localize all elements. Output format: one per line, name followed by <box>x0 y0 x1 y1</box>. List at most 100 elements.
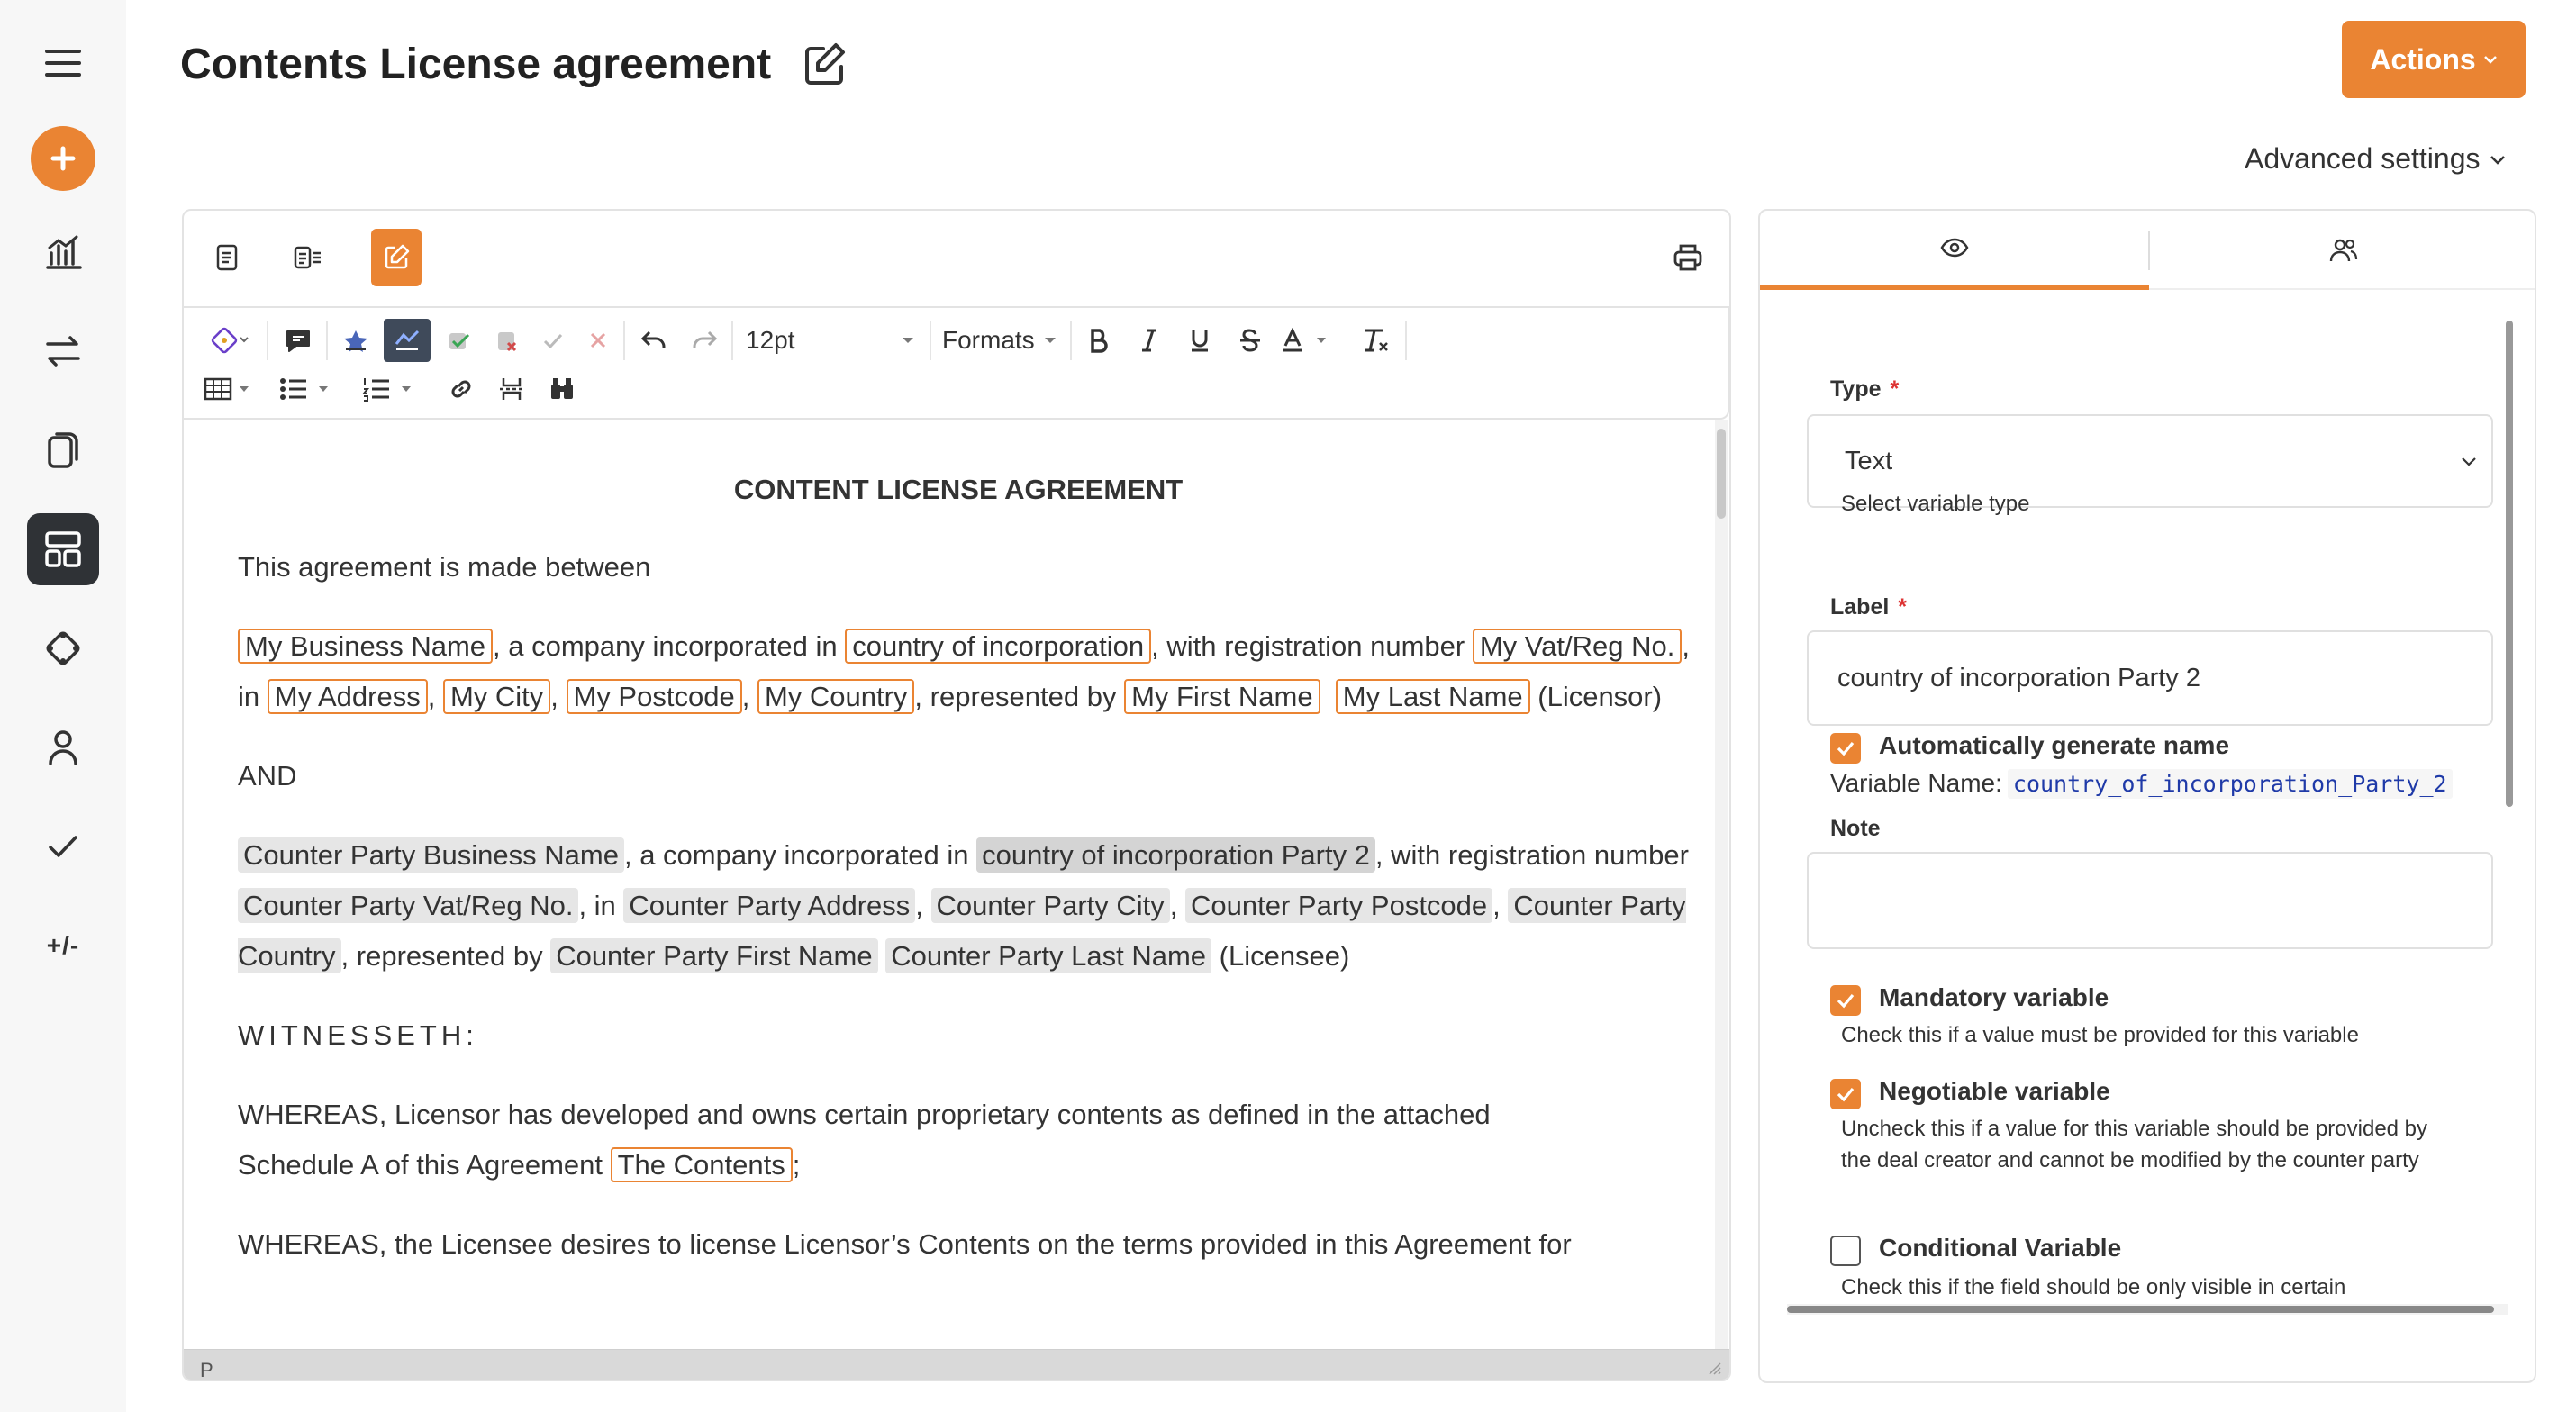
variables-view-icon[interactable] <box>283 229 333 286</box>
formats-select[interactable]: Formats <box>939 319 1061 362</box>
reject-all-icon[interactable] <box>580 319 616 362</box>
chevron-down-icon <box>2483 56 2497 64</box>
settings-horizontal-scrollbar[interactable] <box>1787 1304 2508 1315</box>
clear-formatting-icon[interactable] <box>1356 319 1396 362</box>
text-run: , represented by <box>340 940 551 972</box>
variable-cp-business-name[interactable]: Counter Party Business Name <box>238 837 624 873</box>
variable-country-of-incorporation[interactable]: country of incorporation <box>845 629 1152 664</box>
insert-variable-dropdown[interactable] <box>204 319 258 362</box>
auto-name-label: Automatically generate name <box>1879 731 2230 759</box>
reject-change-icon[interactable] <box>486 319 528 362</box>
variable-cp-vat-reg[interactable]: Counter Party Vat/Reg No. <box>238 888 579 923</box>
label-input[interactable]: country of incorporation Party 2 <box>1807 630 2493 726</box>
editor-mode-bar <box>184 211 1729 306</box>
document-view-icon[interactable] <box>202 229 252 286</box>
undo-icon[interactable] <box>634 319 674 362</box>
editor-vertical-scrollbar[interactable] <box>1715 420 1728 1353</box>
tab-visibility[interactable] <box>1760 211 2149 290</box>
mandatory-label: Mandatory variable <box>1879 983 2109 1011</box>
mandatory-checkbox[interactable] <box>1830 985 1861 1016</box>
variable-cp-country-of-incorporation[interactable]: country of incorporation Party 2 <box>976 837 1375 873</box>
create-new-button[interactable] <box>31 126 95 191</box>
variable-form: Type * Text Select variable type Label * c… <box>1760 290 2508 1335</box>
variable-my-first-name[interactable]: My First Name <box>1124 679 1320 714</box>
accept-change-icon[interactable] <box>438 319 479 362</box>
analytics-icon[interactable] <box>27 216 99 288</box>
left-nav-rail: +/- <box>0 0 126 1412</box>
variable-my-city[interactable]: My City <box>442 679 551 714</box>
approvals-check-icon[interactable] <box>27 810 99 882</box>
check-icon <box>1837 741 1855 756</box>
accept-all-icon[interactable] <box>535 319 571 362</box>
integrations-icon[interactable] <box>27 612 99 684</box>
variable-cp-last-name[interactable]: Counter Party Last Name <box>885 938 1212 973</box>
transfer-icon[interactable] <box>27 315 99 387</box>
variable-my-address[interactable]: My Address <box>267 679 428 714</box>
numbered-list-icon <box>362 378 389 402</box>
variable-cp-postcode[interactable]: Counter Party Postcode <box>1185 888 1493 923</box>
toolbar-separator <box>326 321 328 360</box>
italic-icon[interactable] <box>1129 319 1169 362</box>
licensee-paragraph: Counter Party Business Name, a company i… <box>238 837 1689 973</box>
variable-my-postcode[interactable]: My Postcode <box>566 679 742 714</box>
variable-the-contents[interactable]: The Contents <box>610 1147 793 1182</box>
variable-my-vat-reg[interactable]: My Vat/Reg No. <box>1472 629 1683 664</box>
actions-button[interactable]: Actions <box>2342 21 2526 98</box>
edit-title-icon[interactable] <box>802 41 852 92</box>
variable-my-business-name[interactable]: My Business Name <box>238 629 494 664</box>
text-run: , a company incorporated in <box>623 839 977 871</box>
diff-button[interactable]: +/- <box>27 910 99 982</box>
strikethrough-icon[interactable] <box>1230 319 1270 362</box>
variable-cp-city[interactable]: Counter Party City <box>930 888 1170 923</box>
comment-icon[interactable] <box>277 319 319 362</box>
check-icon <box>1837 1087 1855 1102</box>
variable-cp-address[interactable]: Counter Party Address <box>623 888 916 923</box>
negotiable-checkbox[interactable] <box>1830 1079 1861 1109</box>
redo-icon[interactable] <box>685 319 724 362</box>
documents-icon[interactable] <box>27 414 99 486</box>
variable-cp-first-name[interactable]: Counter Party First Name <box>550 938 878 973</box>
auto-name-checkbox[interactable] <box>1830 733 1861 764</box>
toolbar-separator <box>731 321 733 360</box>
text-run: , in <box>578 890 624 921</box>
tab-participants[interactable] <box>2149 211 2535 290</box>
table-dropdown[interactable] <box>204 367 265 411</box>
bullet-list-dropdown[interactable] <box>279 367 344 411</box>
track-changes-icon[interactable] <box>335 319 376 362</box>
settings-vertical-scrollbar[interactable] <box>2504 321 2515 807</box>
note-textarea[interactable] <box>1807 852 2493 949</box>
edit-mode-button[interactable] <box>371 229 422 286</box>
find-replace-icon[interactable] <box>542 367 582 411</box>
scrollbar-thumb[interactable] <box>2506 321 2513 807</box>
link-icon[interactable] <box>441 367 481 411</box>
editor-status-bar: P <box>184 1349 1729 1380</box>
page-break-icon[interactable] <box>492 367 531 411</box>
templates-icon[interactable] <box>27 513 99 585</box>
negotiable-label: Negotiable variable <box>1879 1077 2110 1105</box>
font-size-select[interactable]: 12pt <box>742 319 919 362</box>
text-color-dropdown[interactable] <box>1281 319 1346 362</box>
label-value: country of incorporation Party 2 <box>1837 663 2200 692</box>
show-changes-toggle[interactable] <box>384 319 431 362</box>
document-body[interactable]: CONTENT LICENSE AGREEMENT This agreement… <box>184 420 1726 1353</box>
scrollbar-thumb[interactable] <box>1717 429 1726 519</box>
conditional-checkbox[interactable] <box>1830 1236 1861 1266</box>
print-icon[interactable] <box>1664 234 1711 281</box>
advanced-settings-toggle[interactable]: Advanced settings <box>2245 142 2506 176</box>
conditional-label: Conditional Variable <box>1879 1234 2122 1262</box>
numbered-list-dropdown[interactable] <box>362 367 427 411</box>
underline-icon[interactable] <box>1180 319 1220 362</box>
menu-icon[interactable] <box>27 27 99 99</box>
user-icon[interactable] <box>27 711 99 783</box>
text-run: , with registration number <box>1374 839 1689 871</box>
element-path[interactable]: P <box>200 1359 213 1380</box>
advanced-settings-label: Advanced settings <box>2245 142 2481 175</box>
show-changes-icon <box>395 330 420 350</box>
variable-my-country[interactable]: My Country <box>757 679 915 714</box>
toolbar-separator <box>623 321 625 360</box>
text-color-icon <box>1283 328 1302 352</box>
bold-icon[interactable] <box>1079 319 1119 362</box>
resize-grip-icon[interactable] <box>1706 1360 1722 1376</box>
variable-my-last-name[interactable]: My Last Name <box>1335 679 1530 714</box>
scrollbar-thumb[interactable] <box>1787 1306 2494 1313</box>
